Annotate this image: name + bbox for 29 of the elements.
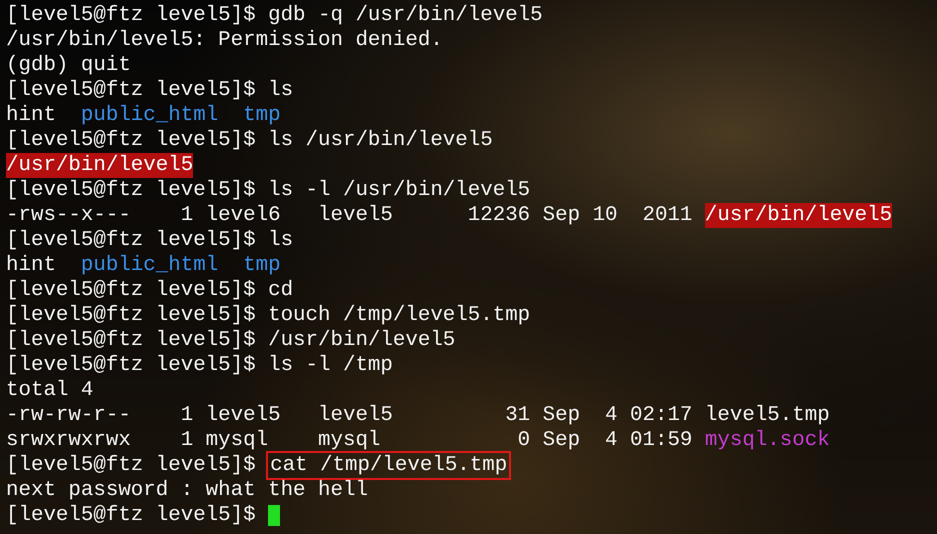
socket-file-name: mysql.sock [704, 428, 830, 453]
terminal-text: /usr/bin/level5: Permission denied. [6, 28, 443, 53]
terminal-text: next password : what the hell [6, 478, 368, 503]
terminal-text: hint [6, 253, 57, 278]
directory-name: tmp [243, 253, 281, 278]
directory-name: public_html [80, 253, 218, 278]
terminal-text: -rws--x--- 1 level6 level5 12236 Sep 10 2011 [6, 203, 694, 228]
terminal-text: [level5@ftz level5]$ ls -l /usr/bin/level5 [6, 178, 530, 203]
terminal-text: [level5@ftz level5]$ ls [6, 78, 294, 103]
terminal-text: [level5@ftz level5]$ [6, 503, 257, 528]
terminal-text: [level5@ftz level5]$ [6, 453, 257, 478]
terminal-text: [level5@ftz level5]$ gdb -q /usr/bin/level5 [6, 3, 543, 28]
terminal-text: [level5@ftz level5]$ cd [6, 278, 294, 303]
terminal-text: [level5@ftz level5]$ /usr/bin/level5 [6, 328, 456, 353]
terminal-text: [level5@ftz level5]$ ls [6, 228, 294, 253]
terminal-text: (gdb) quit [6, 53, 131, 78]
terminal-text: hint [6, 103, 57, 128]
directory-name: tmp [243, 103, 281, 128]
terminal-text: srwxrwxrwx 1 mysql mysql 0 Sep 4 01:59 [6, 428, 694, 453]
terminal-text: -rw-rw-r-- 1 level5 level5 31 Sep 4 02:17 level5.tmp [6, 403, 830, 428]
terminal-text: total 4 [6, 378, 94, 403]
terminal-text: [level5@ftz level5]$ ls -l /tmp [6, 353, 393, 378]
terminal-text: [level5@ftz level5]$ ls /usr/bin/level5 [6, 128, 493, 153]
highlighted-command: cat /tmp/level5.tmp [268, 453, 510, 478]
terminal-text: [level5@ftz level5]$ touch /tmp/level5.tmp [6, 303, 530, 328]
directory-name: public_html [80, 103, 218, 128]
cursor [268, 505, 280, 526]
highlighted-path: /usr/bin/level5 [6, 153, 194, 178]
highlighted-path: /usr/bin/level5 [704, 203, 892, 228]
